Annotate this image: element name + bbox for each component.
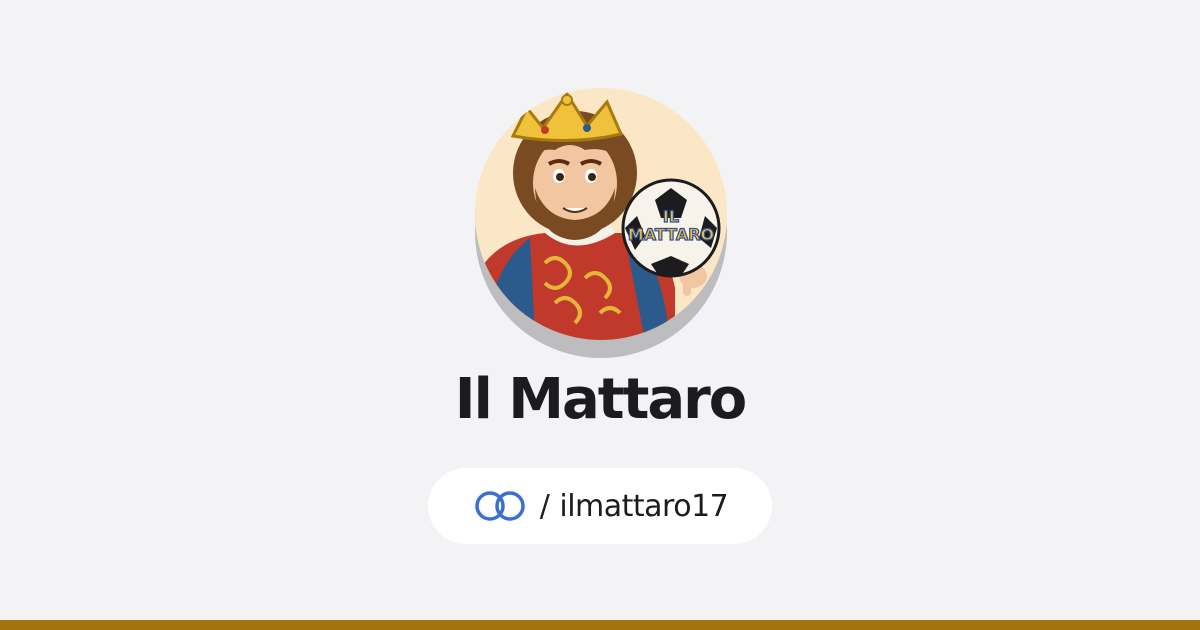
avatar-container: IL MATTARO: [475, 88, 727, 358]
avatar-badge-line1: IL: [663, 207, 679, 226]
display-name: Il Mattaro: [454, 367, 747, 432]
avatar-illustration: IL MATTARO: [475, 88, 727, 340]
avatar-badge-line2: MATTARO: [628, 225, 714, 244]
handle-username: ilmattaro17: [559, 488, 729, 524]
avatar[interactable]: IL MATTARO: [475, 88, 727, 340]
handle-pill[interactable]: / ilmattaro17: [428, 468, 772, 544]
profile-card: IL MATTARO Il Mattaro / ilmattaro17: [0, 0, 1200, 630]
accent-bar: [0, 620, 1200, 630]
linked-rings-icon: [472, 489, 528, 523]
handle-separator: /: [539, 488, 550, 524]
